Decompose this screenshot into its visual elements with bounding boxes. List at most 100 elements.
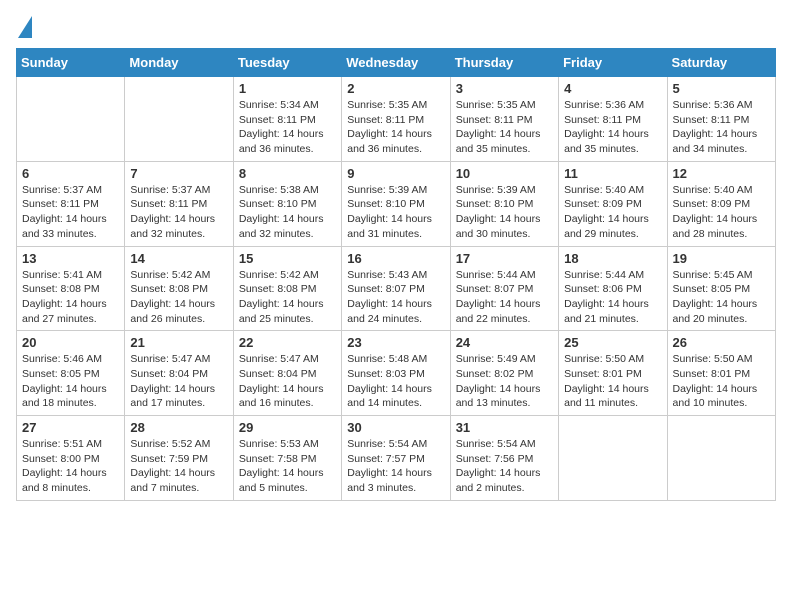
weekday-header-wednesday: Wednesday: [342, 49, 450, 77]
day-number: 17: [456, 251, 553, 266]
day-number: 25: [564, 335, 661, 350]
day-number: 3: [456, 81, 553, 96]
day-number: 24: [456, 335, 553, 350]
weekday-header-monday: Monday: [125, 49, 233, 77]
day-number: 16: [347, 251, 444, 266]
day-number: 23: [347, 335, 444, 350]
calendar-cell: 12 Sunrise: 5:40 AM Sunset: 8:09 PM Dayli…: [667, 161, 775, 246]
calendar-cell: 18Sunrise: 5:44 AM Sunset: 8:06 PM Dayli…: [559, 246, 667, 331]
calendar-cell: [667, 416, 775, 501]
weekday-header-friday: Friday: [559, 49, 667, 77]
calendar-cell: 2 Sunrise: 5:35 AM Sunset: 8:11 PM Daylig…: [342, 77, 450, 162]
day-content: Sunrise: 5:51 AM Sunset: 8:00 PM Dayligh…: [22, 437, 119, 496]
day-number: 31: [456, 420, 553, 435]
calendar-cell: 27 Sunrise: 5:51 AM Sunset: 8:00 PM Dayli…: [17, 416, 125, 501]
day-content: Sunrise: 5:50 AM Sunset: 8:01 PM Dayligh…: [673, 352, 770, 411]
calendar-cell: 29 Sunrise: 5:53 AM Sunset: 7:58 PM Dayli…: [233, 416, 341, 501]
day-number: 1: [239, 81, 336, 96]
day-number: 26: [673, 335, 770, 350]
day-content: Sunrise: 5:54 AM Sunset: 7:56 PM Dayligh…: [456, 437, 553, 496]
day-number: 10: [456, 166, 553, 181]
calendar-header-row: SundayMondayTuesdayWednesdayThursdayFrid…: [17, 49, 776, 77]
day-number: 4: [564, 81, 661, 96]
day-content: Sunrise: 5:39 AM Sunset: 8:10 PM Dayligh…: [456, 183, 553, 242]
calendar-week-3: 13 Sunrise: 5:41 AM Sunset: 8:08 PM Dayli…: [17, 246, 776, 331]
calendar-cell: 8 Sunrise: 5:38 AM Sunset: 8:10 PM Daylig…: [233, 161, 341, 246]
day-number: 2: [347, 81, 444, 96]
day-content: Sunrise: 5:48 AM Sunset: 8:03 PM Dayligh…: [347, 352, 444, 411]
day-content: Sunrise: 5:42 AM Sunset: 8:08 PM Dayligh…: [239, 268, 336, 327]
weekday-header-saturday: Saturday: [667, 49, 775, 77]
calendar-cell: [17, 77, 125, 162]
page-header: [16, 16, 776, 38]
day-content: Sunrise: 5:34 AM Sunset: 8:11 PM Dayligh…: [239, 98, 336, 157]
calendar-week-2: 6 Sunrise: 5:37 AM Sunset: 8:11 PM Daylig…: [17, 161, 776, 246]
day-content: Sunrise: 5:40 AM Sunset: 8:09 PM Dayligh…: [673, 183, 770, 242]
day-content: Sunrise: 5:36 AM Sunset: 8:11 PM Dayligh…: [564, 98, 661, 157]
day-number: 8: [239, 166, 336, 181]
day-content: Sunrise: 5:38 AM Sunset: 8:10 PM Dayligh…: [239, 183, 336, 242]
day-content: Sunrise: 5:39 AM Sunset: 8:10 PM Dayligh…: [347, 183, 444, 242]
calendar-cell: [125, 77, 233, 162]
calendar-cell: 25 Sunrise: 5:50 AM Sunset: 8:01 PM Dayli…: [559, 331, 667, 416]
day-number: 14: [130, 251, 227, 266]
calendar-cell: 24 Sunrise: 5:49 AM Sunset: 8:02 PM Dayli…: [450, 331, 558, 416]
day-number: 19: [673, 251, 770, 266]
day-number: 6: [22, 166, 119, 181]
calendar-cell: 10 Sunrise: 5:39 AM Sunset: 8:10 PM Dayli…: [450, 161, 558, 246]
day-content: Sunrise: 5:47 AM Sunset: 8:04 PM Dayligh…: [130, 352, 227, 411]
calendar-cell: 31 Sunrise: 5:54 AM Sunset: 7:56 PM Dayli…: [450, 416, 558, 501]
day-content: Sunrise: 5:44 AM Sunset: 8:07 PM Dayligh…: [456, 268, 553, 327]
calendar-cell: 13 Sunrise: 5:41 AM Sunset: 8:08 PM Dayli…: [17, 246, 125, 331]
day-content: Sunrise: 5:53 AM Sunset: 7:58 PM Dayligh…: [239, 437, 336, 496]
day-number: 30: [347, 420, 444, 435]
weekday-header-tuesday: Tuesday: [233, 49, 341, 77]
calendar-table: SundayMondayTuesdayWednesdayThursdayFrid…: [16, 48, 776, 501]
calendar-week-1: 1 Sunrise: 5:34 AM Sunset: 8:11 PM Daylig…: [17, 77, 776, 162]
day-content: Sunrise: 5:52 AM Sunset: 7:59 PM Dayligh…: [130, 437, 227, 496]
day-content: Sunrise: 5:43 AM Sunset: 8:07 PM Dayligh…: [347, 268, 444, 327]
calendar-cell: 28Sunrise: 5:52 AM Sunset: 7:59 PM Dayli…: [125, 416, 233, 501]
calendar-cell: 1 Sunrise: 5:34 AM Sunset: 8:11 PM Daylig…: [233, 77, 341, 162]
day-content: Sunrise: 5:49 AM Sunset: 8:02 PM Dayligh…: [456, 352, 553, 411]
day-content: Sunrise: 5:36 AM Sunset: 8:11 PM Dayligh…: [673, 98, 770, 157]
day-number: 9: [347, 166, 444, 181]
day-number: 21: [130, 335, 227, 350]
calendar-week-5: 27 Sunrise: 5:51 AM Sunset: 8:00 PM Dayli…: [17, 416, 776, 501]
day-content: Sunrise: 5:35 AM Sunset: 8:11 PM Dayligh…: [347, 98, 444, 157]
day-number: 22: [239, 335, 336, 350]
calendar-cell: 20 Sunrise: 5:46 AM Sunset: 8:05 PM Dayli…: [17, 331, 125, 416]
day-number: 27: [22, 420, 119, 435]
day-number: 13: [22, 251, 119, 266]
calendar-cell: 11Sunrise: 5:40 AM Sunset: 8:09 PM Dayli…: [559, 161, 667, 246]
calendar-cell: 17 Sunrise: 5:44 AM Sunset: 8:07 PM Dayli…: [450, 246, 558, 331]
day-number: 7: [130, 166, 227, 181]
day-number: 29: [239, 420, 336, 435]
logo-triangle-icon: [18, 16, 32, 38]
day-content: Sunrise: 5:54 AM Sunset: 7:57 PM Dayligh…: [347, 437, 444, 496]
calendar-cell: 9 Sunrise: 5:39 AM Sunset: 8:10 PM Daylig…: [342, 161, 450, 246]
day-number: 15: [239, 251, 336, 266]
day-content: Sunrise: 5:40 AM Sunset: 8:09 PM Dayligh…: [564, 183, 661, 242]
day-content: Sunrise: 5:41 AM Sunset: 8:08 PM Dayligh…: [22, 268, 119, 327]
day-content: Sunrise: 5:35 AM Sunset: 8:11 PM Dayligh…: [456, 98, 553, 157]
calendar-cell: 21 Sunrise: 5:47 AM Sunset: 8:04 PM Dayli…: [125, 331, 233, 416]
calendar-cell: 23 Sunrise: 5:48 AM Sunset: 8:03 PM Dayli…: [342, 331, 450, 416]
calendar-cell: 5 Sunrise: 5:36 AM Sunset: 8:11 PM Daylig…: [667, 77, 775, 162]
calendar-cell: 19 Sunrise: 5:45 AM Sunset: 8:05 PM Dayli…: [667, 246, 775, 331]
calendar-week-4: 20 Sunrise: 5:46 AM Sunset: 8:05 PM Dayli…: [17, 331, 776, 416]
day-number: 20: [22, 335, 119, 350]
day-number: 5: [673, 81, 770, 96]
day-content: Sunrise: 5:47 AM Sunset: 8:04 PM Dayligh…: [239, 352, 336, 411]
calendar-cell: [559, 416, 667, 501]
day-content: Sunrise: 5:45 AM Sunset: 8:05 PM Dayligh…: [673, 268, 770, 327]
day-content: Sunrise: 5:50 AM Sunset: 8:01 PM Dayligh…: [564, 352, 661, 411]
calendar-cell: 7 Sunrise: 5:37 AM Sunset: 8:11 PM Daylig…: [125, 161, 233, 246]
day-number: 18: [564, 251, 661, 266]
calendar-cell: 22 Sunrise: 5:47 AM Sunset: 8:04 PM Dayli…: [233, 331, 341, 416]
calendar-cell: 30 Sunrise: 5:54 AM Sunset: 7:57 PM Dayli…: [342, 416, 450, 501]
day-content: Sunrise: 5:46 AM Sunset: 8:05 PM Dayligh…: [22, 352, 119, 411]
calendar-cell: 26 Sunrise: 5:50 AM Sunset: 8:01 PM Dayli…: [667, 331, 775, 416]
day-number: 12: [673, 166, 770, 181]
day-content: Sunrise: 5:37 AM Sunset: 8:11 PM Dayligh…: [130, 183, 227, 242]
